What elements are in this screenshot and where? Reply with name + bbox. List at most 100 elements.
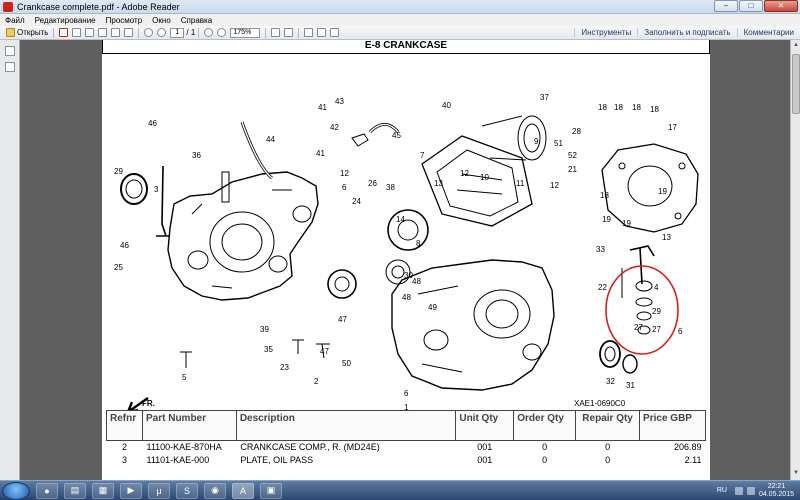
zoom-select[interactable]: 175% [230,27,261,38]
close-button[interactable]: ✕ [764,0,798,12]
attachments-icon[interactable] [4,62,15,72]
part-number-label: 40 [442,101,451,110]
adobe-reader-taskbar-icon[interactable]: A [232,482,254,499]
part-number-label: 26 [368,179,377,188]
cell-unit-qty: 001 [477,442,493,453]
fit-page-icon[interactable] [271,28,281,37]
document-area[interactable]: E-8 CRANKCASE FR. XAE1-0690C0 46 41 44 4… [20,40,790,480]
part-number-label: 46 [148,119,157,128]
skype-taskbar-icon[interactable]: S [176,482,198,499]
part-number-label: 19 [658,187,667,196]
vertical-scrollbar[interactable]: ▲ ▼ [790,40,800,480]
folder-taskbar-icon[interactable]: ▦ [92,482,114,499]
menu-edit[interactable]: Редактирование [30,16,101,25]
part-number-label: 38 [386,183,395,192]
toolbar-separator [198,27,200,38]
title-bar: Crankcase complete.pdf - Adobe Reader – … [0,0,800,14]
menu-file[interactable]: Файл [0,16,30,25]
table-row: 3 11101-KAE-000 PLATE, OIL PASS 001 0 0 … [107,454,706,467]
cell-order-qty[interactable]: 0 [514,441,576,454]
comments-button[interactable]: Комментарии [736,28,800,37]
part-number-label: 27 [634,323,643,332]
page-number-input[interactable]: 1 [170,27,185,38]
part-number-label: 33 [596,245,605,254]
chrome-taskbar-icon[interactable]: ◉ [204,482,226,499]
front-direction-label: FR. [142,399,155,408]
page-thumbnails-icon[interactable] [4,46,15,56]
cell-price: 2.11 [684,455,702,465]
part-number-label: 9 [534,137,539,146]
volume-icon[interactable] [746,486,755,495]
explorer-taskbar-icon[interactable]: ▤ [64,482,86,499]
part-number-label: 27 [652,325,661,334]
media-taskbar-icon[interactable]: ▶ [120,482,142,499]
cloud-icon[interactable] [85,28,95,37]
menu-window[interactable]: Окно [147,16,176,25]
save-icon[interactable] [98,28,108,37]
part-number-label: 28 [572,127,581,136]
part-number-label: 18 [632,103,641,112]
part-number-label: 21 [568,165,577,174]
open-button[interactable]: Открыть [2,27,50,39]
start-button[interactable] [2,481,30,500]
comment-icon[interactable] [304,28,314,37]
part-number-label: 29 [114,167,123,176]
program-taskbar-icon[interactable]: ▣ [260,482,282,499]
next-page-icon[interactable] [157,28,167,37]
cell-description: PLATE, OIL PASS [240,455,314,465]
menu-help[interactable]: Справка [176,16,217,25]
part-number-label: 24 [352,197,361,206]
cell-part-number: 11100-KAE-870HA [146,442,222,453]
part-number-label: 19 [622,219,631,228]
part-number-label: 17 [668,123,677,132]
scrollbar-thumb[interactable] [792,54,800,114]
language-indicator[interactable]: RU [717,487,727,494]
part-number-label: 42 [330,123,339,132]
zoom-out-icon[interactable] [204,28,214,37]
exploded-parts-diagram: FR. XAE1-0690C0 46414443424536 41 71264037… [114,93,699,410]
cell-repair-qty: 0 [605,455,611,465]
clock-time: 22:21 [767,482,786,490]
maximize-button[interactable]: □ [739,0,763,12]
part-number-label: 6 [678,327,683,336]
minimize-button[interactable]: – [714,0,738,12]
menu-view[interactable]: Просмотр [101,16,148,25]
part-number-label: 12 [550,181,559,190]
scroll-down-icon[interactable]: ▼ [792,470,800,478]
clock-date: 04.05.2015 [758,490,794,498]
system-tray: RU 22:21 04.05.2015 [717,483,800,499]
part-number-label: 48 [402,293,411,302]
cell-description: CRANKCASE COMP., R. (MD24E) [240,442,380,453]
tools-button[interactable]: Инструменты [574,28,637,37]
prev-page-icon[interactable] [144,28,154,37]
part-number-label: 51 [554,139,563,148]
part-number-label: 7 [420,151,425,160]
cell-order-qty[interactable]: 0 [514,454,576,467]
clock[interactable]: 22:21 04.05.2015 [759,483,794,499]
print-icon[interactable] [111,28,121,37]
sign-icon[interactable] [330,28,340,37]
zoom-in-icon[interactable] [217,28,227,37]
fill-sign-button[interactable]: Заполнить и подписать [637,28,736,37]
fit-width-icon[interactable] [284,28,294,37]
edit-pdf-icon[interactable] [72,28,82,37]
part-number-label: 52 [568,151,577,160]
part-number-label: 49 [428,303,437,312]
open-label: Открыть [17,28,49,37]
part-number-label: 18 [600,191,609,200]
part-number-label: 39 [260,325,269,334]
part-number-label: 29 [652,307,661,316]
col-repair-qty: Repair Qty [575,410,641,441]
highlight-icon[interactable] [317,28,327,37]
part-number-label: 3 [154,185,159,194]
part-number-label: 25 [114,263,123,272]
firefox-taskbar-icon[interactable]: ● [36,482,58,499]
part-number-label: 22 [598,283,607,292]
scroll-up-icon[interactable]: ▲ [792,42,800,50]
email-icon[interactable] [124,28,134,37]
torrent-taskbar-icon[interactable]: μ [148,482,170,499]
part-number-label: 1 [404,403,409,410]
network-icon[interactable] [734,486,743,495]
part-number-label: 44 [266,135,275,144]
create-pdf-icon[interactable] [59,28,69,37]
